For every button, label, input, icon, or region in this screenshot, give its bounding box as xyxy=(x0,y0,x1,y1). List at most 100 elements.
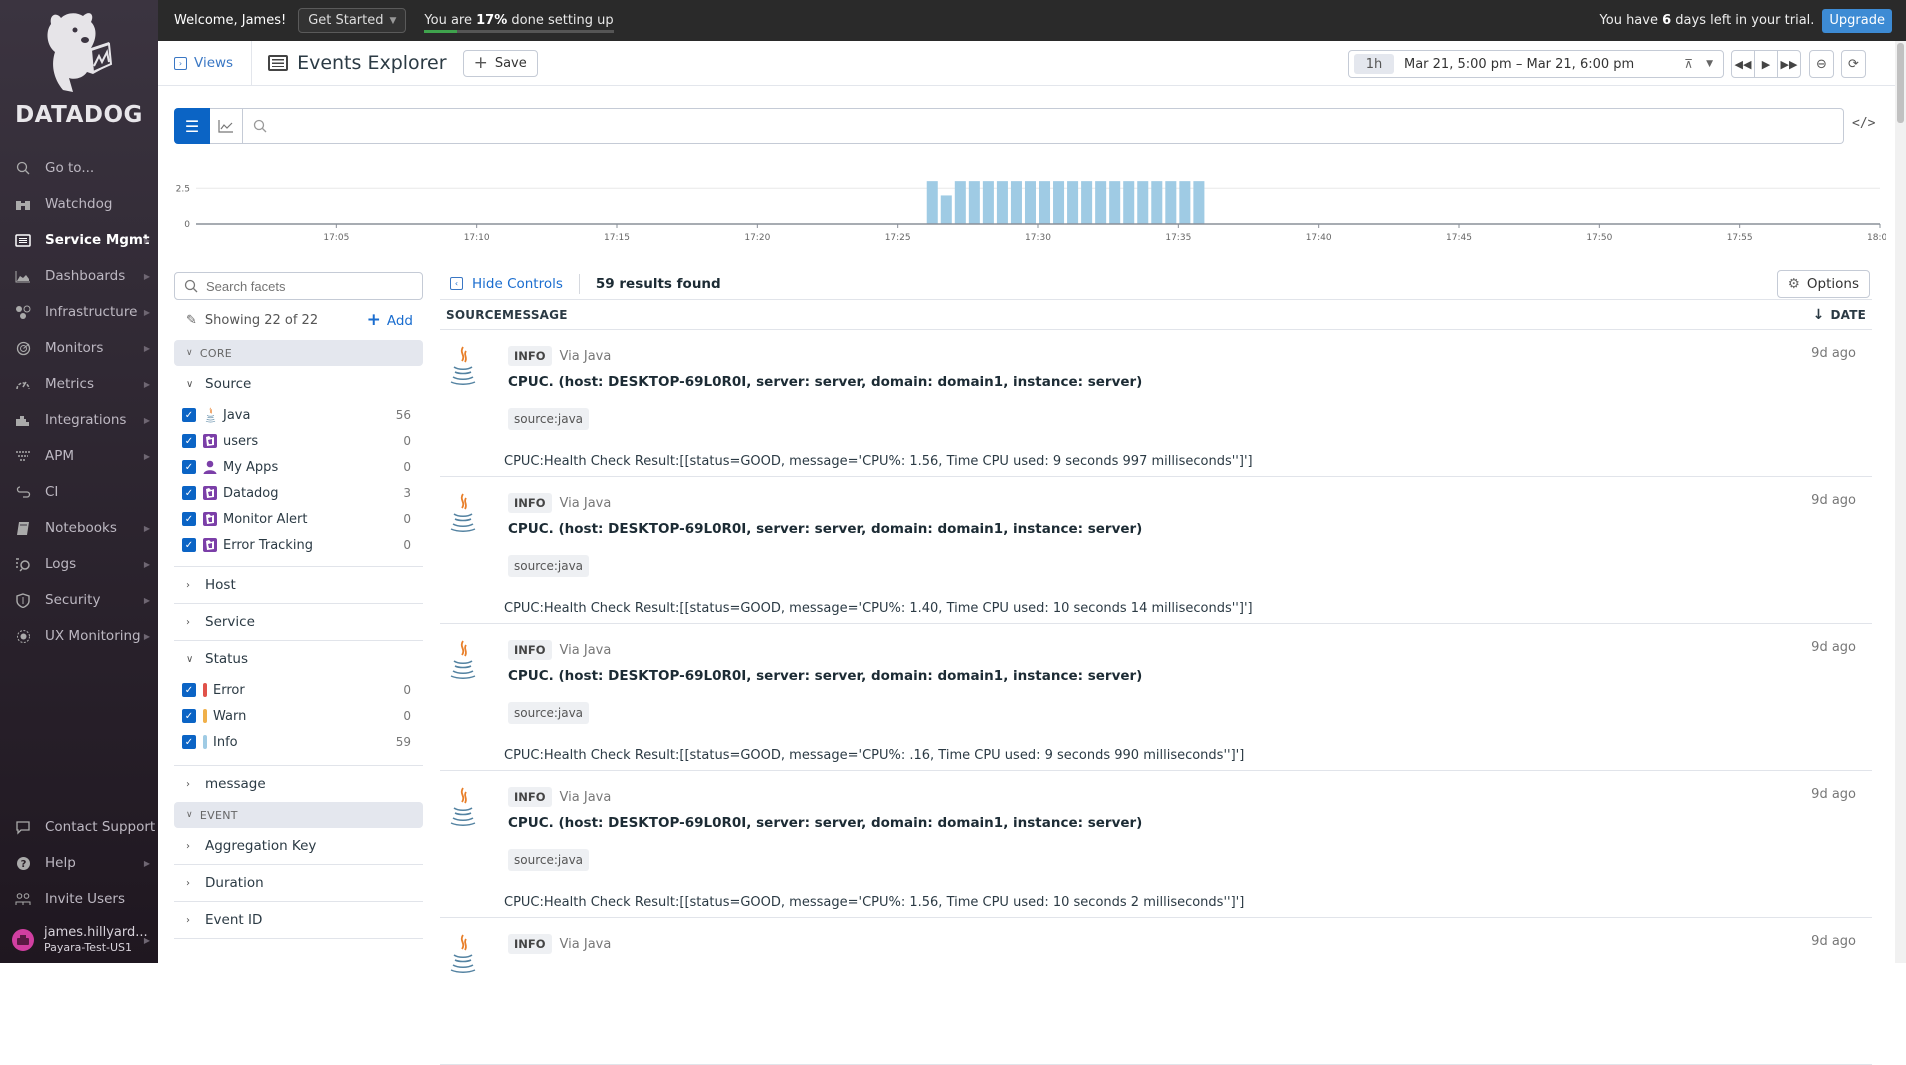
facet-value-status[interactable]: ✓ Error 0 xyxy=(174,677,423,703)
sidebar-item-watchdog[interactable]: Watchdog xyxy=(0,186,158,222)
column-source[interactable]: SOURCE xyxy=(440,308,502,322)
chevron-right-icon: ▶ xyxy=(143,451,150,461)
datadog-logo[interactable]: DATADOG xyxy=(0,0,158,150)
checkbox-checked[interactable]: ✓ xyxy=(182,735,196,749)
upgrade-button[interactable]: Upgrade xyxy=(1822,8,1892,33)
caret-down-icon[interactable]: ▼ xyxy=(1706,59,1713,69)
checkbox-checked[interactable]: ✓ xyxy=(182,460,196,474)
rewind-button[interactable]: ◀◀ xyxy=(1732,51,1755,77)
sidebar-item-contact-support[interactable]: Contact Support xyxy=(0,809,158,845)
refresh-button[interactable]: ⟳ xyxy=(1841,50,1866,78)
event-tag[interactable]: source:java xyxy=(508,555,590,577)
sidebar-item-dashboards[interactable]: Dashboards ▶ xyxy=(0,258,158,294)
save-button[interactable]: + Save xyxy=(462,49,538,77)
chevron-down-icon: ∨ xyxy=(186,810,193,820)
event-tag[interactable]: source:java xyxy=(508,702,590,724)
page-scrollbar[interactable] xyxy=(1895,41,1906,963)
ux-icon xyxy=(14,627,32,645)
column-date[interactable]: ↓ DATE xyxy=(1813,307,1866,323)
views-button[interactable]: › Views xyxy=(158,40,253,86)
checkbox-checked[interactable]: ✓ xyxy=(182,434,196,448)
facet-value-count: 0 xyxy=(403,538,411,552)
sidebar-item-security[interactable]: Security ▶ xyxy=(0,582,158,618)
sidebar-item-help[interactable]: ? Help ▶ xyxy=(0,845,158,881)
search-row: ☰ xyxy=(174,108,1844,144)
sidebar-item-infrastructure[interactable]: Infrastructure ▶ xyxy=(0,294,158,330)
facet-aggregation-key[interactable]: › Aggregation Key xyxy=(174,828,423,865)
event-source xyxy=(450,492,476,534)
facet-message[interactable]: › message xyxy=(174,766,423,802)
time-picker[interactable]: 1h Mar 21, 5:00 pm – Mar 21, 6:00 pm ⊼ ▼ xyxy=(1348,50,1724,78)
event-row[interactable]: INFO Via Java CPUC. (host: DESKTOP-69L0R… xyxy=(440,771,1872,918)
get-started-dropdown[interactable]: Get Started ▼ xyxy=(298,8,407,33)
search-icon xyxy=(184,279,198,293)
column-message[interactable]: MESSAGE xyxy=(502,308,568,322)
sidebar-item-go-to[interactable]: Go to... xyxy=(0,150,158,186)
results-panel: ‹ Hide Controls 59 results found ⚙ Optio… xyxy=(440,268,1872,1065)
search-bar xyxy=(243,108,1844,144)
event-row[interactable]: INFO Via Java 9d ago xyxy=(440,918,1872,1065)
sidebar-item-integrations[interactable]: Integrations ▶ xyxy=(0,402,158,438)
facet-service[interactable]: › Service xyxy=(174,604,423,641)
facet-value-status[interactable]: ✓ Info 59 xyxy=(174,729,423,755)
checkbox-checked[interactable]: ✓ xyxy=(182,709,196,723)
checkbox-checked[interactable]: ✓ xyxy=(182,408,196,422)
code-view-button[interactable]: </> xyxy=(1852,116,1875,131)
facet-value-source[interactable]: ✓ Datadog 3 xyxy=(174,480,423,506)
facet-duration[interactable]: › Duration xyxy=(174,865,423,902)
sidebar-item-notebooks[interactable]: Notebooks ▶ xyxy=(0,510,158,546)
facet-value-source[interactable]: ✓ Error Tracking 0 xyxy=(174,532,423,558)
facet-host[interactable]: › Host xyxy=(174,567,423,604)
checkbox-checked[interactable]: ✓ xyxy=(182,512,196,526)
event-row[interactable]: INFO Via Java CPUC. (host: DESKTOP-69L0R… xyxy=(440,330,1872,477)
section-core[interactable]: ∨ CORE xyxy=(174,340,423,366)
edit-icon[interactable]: ✎ xyxy=(186,313,197,328)
facet-status-toggle[interactable]: ∨ Status xyxy=(174,641,423,677)
sidebar-item-logs[interactable]: Logs ▶ xyxy=(0,546,158,582)
sidebar-item-invite-users[interactable]: Invite Users xyxy=(0,881,158,917)
chart-view-toggle[interactable] xyxy=(210,108,243,144)
list-view-toggle[interactable]: ☰ xyxy=(174,108,210,144)
checkbox-checked[interactable]: ✓ xyxy=(182,538,196,552)
fast-forward-button[interactable]: ▶▶ xyxy=(1778,51,1800,77)
search-input[interactable] xyxy=(275,111,1843,141)
event-row[interactable]: INFO Via Java CPUC. (host: DESKTOP-69L0R… xyxy=(440,624,1872,771)
play-button[interactable]: ▶ xyxy=(1755,51,1778,77)
facet-source: ∨ Source ✓ Java 56 ✓ users 0 ✓ My Apps 0… xyxy=(174,366,423,567)
sidebar-item-label: APM xyxy=(45,448,75,464)
zoom-out-button[interactable]: ⊖ xyxy=(1809,50,1834,78)
facet-value-source[interactable]: ✓ My Apps 0 xyxy=(174,454,423,480)
facet-event-id[interactable]: › Event ID xyxy=(174,902,423,939)
scrollbar-thumb[interactable] xyxy=(1897,43,1904,123)
sidebar-item-service-mgmt[interactable]: Service Mgmt ▶ xyxy=(0,222,158,258)
facet-value-source[interactable]: ✓ users 0 xyxy=(174,428,423,454)
section-event[interactable]: ∨ EVENT xyxy=(174,802,423,828)
event-tag[interactable]: source:java xyxy=(508,849,590,871)
sidebar-item-ci[interactable]: CI xyxy=(0,474,158,510)
facet-source-toggle[interactable]: ∨ Source xyxy=(174,366,423,402)
sidebar-item-monitors[interactable]: Monitors ▶ xyxy=(0,330,158,366)
add-facet-button[interactable]: + Add xyxy=(367,310,413,330)
facet-value-source[interactable]: ✓ Java 56 xyxy=(174,402,423,428)
checkbox-checked[interactable]: ✓ xyxy=(182,683,196,697)
events-histogram[interactable]: 0 2.5 17:05 17:10 17:15 17:20 17:25 17:30 17:35 1… xyxy=(174,170,1886,250)
event-row[interactable]: INFO Via Java CPUC. (host: DESKTOP-69L0R… xyxy=(440,477,1872,624)
sidebar-item-apm[interactable]: APM ▶ xyxy=(0,438,158,474)
chevron-right-icon: › xyxy=(186,616,190,628)
facet-search-input[interactable] xyxy=(206,278,386,294)
facet-value-status[interactable]: ✓ Warn 0 xyxy=(174,703,423,729)
chevron-down-icon: ∨ xyxy=(186,348,193,358)
hide-controls-button[interactable]: ‹ Hide Controls xyxy=(440,276,563,292)
sidebar-item-metrics[interactable]: Metrics ▶ xyxy=(0,366,158,402)
options-button[interactable]: ⚙ Options xyxy=(1776,269,1870,298)
user-name: james.hillyard... xyxy=(44,925,148,940)
event-tag[interactable]: source:java xyxy=(508,408,590,430)
user-menu[interactable]: james.hillyard... Payara-Test-US1 ▶ xyxy=(0,917,158,963)
trial-suffix: days left in your trial. xyxy=(1671,13,1815,28)
facet-value-source[interactable]: ✓ Monitor Alert 0 xyxy=(174,506,423,532)
checkbox-checked[interactable]: ✓ xyxy=(182,486,196,500)
pin-icon[interactable]: ⊼ xyxy=(1684,57,1693,71)
chevron-right-icon: ▶ xyxy=(143,343,150,353)
sidebar-item-ux-monitoring[interactable]: UX Monitoring ▶ xyxy=(0,618,158,654)
setup-progress[interactable]: You are 17% done setting up xyxy=(424,8,614,33)
